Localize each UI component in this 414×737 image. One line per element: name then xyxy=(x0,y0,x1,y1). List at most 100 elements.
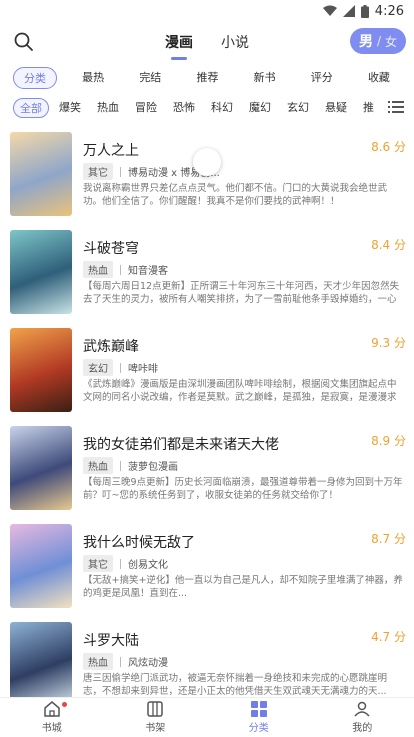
sort-chip-rating[interactable]: 评分 xyxy=(301,67,343,89)
divider xyxy=(120,460,121,471)
genre-tag: 玄幻 xyxy=(83,359,113,376)
item-description: 唐三因偷学绝门派武功，被逼无奈怀揣着一身绝技和未完成的心愿跳崖明志，不想却来到异… xyxy=(83,673,388,697)
item-meta: 热血 菠萝包漫画 xyxy=(83,457,178,474)
sort-chip-completed[interactable]: 完结 xyxy=(129,67,171,89)
nav-bookshelf[interactable]: 书架 xyxy=(104,698,208,737)
sort-chip-favorites[interactable]: 收藏 xyxy=(358,67,400,89)
sort-chip-recommended[interactable]: 推荐 xyxy=(186,67,228,89)
item-meta: 其它 创易文化 xyxy=(83,555,168,572)
divider xyxy=(120,166,121,177)
genre-chip-all[interactable]: 全部 xyxy=(13,98,49,118)
item-title: 我什么时候无敌了 xyxy=(83,535,195,551)
signal-icon xyxy=(342,5,355,17)
genre-chip-scifi[interactable]: 科幻 xyxy=(205,98,239,118)
item-meta: 热血 知音漫客 xyxy=(83,261,168,278)
item-title: 斗破苍穹 xyxy=(83,241,139,257)
divider xyxy=(120,558,121,569)
battery-icon xyxy=(360,4,369,18)
list-menu-icon[interactable] xyxy=(388,99,404,115)
cover-image xyxy=(10,328,72,412)
nav-label: 书架 xyxy=(145,723,166,734)
bookshelf-icon xyxy=(147,701,163,717)
item-description: 我说离称霸世界只差亿点点灵气。他们都不信。门口的大黄说我会绝世武功。他们全信了。… xyxy=(83,183,388,207)
item-author: 创易文化 xyxy=(128,560,168,571)
person-icon xyxy=(354,701,370,717)
gender-toggle[interactable]: 男 / 女 xyxy=(350,28,406,54)
genre-chip-comedy[interactable]: 爆笑 xyxy=(53,98,87,118)
notification-dot xyxy=(62,702,68,707)
nav-profile[interactable]: 我的 xyxy=(311,698,414,737)
item-author: 风炫动漫 xyxy=(128,658,168,669)
gender-separator: / xyxy=(376,34,382,48)
item-description: 《武炼巅峰》漫画版是由深圳漫画团队啤咔啡绘制，根据阅文集团旗起点中文网的同名小说… xyxy=(83,379,397,403)
divider xyxy=(120,264,121,275)
genre-filter-row: 全部 爆笑 热血 冒险 恐怖 科幻 魔幻 玄幻 悬疑 推 xyxy=(0,97,414,119)
item-title: 武炼巅峰 xyxy=(83,339,139,355)
item-author: 知音漫客 xyxy=(128,266,168,277)
genre-chip-magic[interactable]: 魔幻 xyxy=(243,98,277,118)
genre-tag: 热血 xyxy=(83,261,113,278)
status-time: 4:26 xyxy=(374,3,404,19)
status-bar: 4:26 xyxy=(0,0,414,22)
genre-chip-mystery[interactable]: 悬疑 xyxy=(319,98,353,118)
genre-chip-xuanhuan[interactable]: 玄幻 xyxy=(281,98,315,118)
bottom-nav: 书城 书架 分类 我的 xyxy=(0,697,414,737)
item-meta: 热血 风炫动漫 xyxy=(83,653,168,670)
cover-image xyxy=(10,524,72,608)
genre-chip-reasoning[interactable]: 推 xyxy=(357,98,380,118)
home-icon xyxy=(44,701,60,717)
sort-chip-hot[interactable]: 最热 xyxy=(72,67,114,89)
loading-indicator xyxy=(193,148,221,176)
list-item[interactable]: 我什么时候无敌了 8.7 分 其它 创易文化 【无敌+搞笑+逆化】他一直以为自己… xyxy=(0,522,414,620)
item-title: 斗罗大陆 xyxy=(83,633,139,649)
sort-chip-new[interactable]: 新书 xyxy=(244,67,286,89)
header: 漫画 小说 男 / 女 xyxy=(0,24,414,62)
divider xyxy=(120,656,121,667)
cover-image xyxy=(10,132,72,216)
item-title: 万人之上 xyxy=(83,143,139,159)
nav-category[interactable]: 分类 xyxy=(207,698,311,737)
item-score: 8.9 分 xyxy=(371,434,406,448)
genre-tag: 其它 xyxy=(83,163,113,180)
cover-image xyxy=(10,622,72,706)
genre-tag: 热血 xyxy=(83,457,113,474)
nav-bookstore[interactable]: 书城 xyxy=(0,698,104,737)
genre-tag: 热血 xyxy=(83,653,113,670)
divider xyxy=(120,362,121,373)
list-item[interactable]: 万人之上 8.6 分 其它 博易动漫 x 博易创... 我说离称霸世界只差亿点点… xyxy=(0,130,414,228)
item-score: 4.7 分 xyxy=(371,630,406,644)
list-item[interactable]: 武炼巅峰 9.3 分 玄幻 啤咔啡 《武炼巅峰》漫画版是由深圳漫画团队啤咔啡绘制… xyxy=(0,326,414,424)
nav-label: 分类 xyxy=(248,723,269,734)
item-author: 菠萝包漫画 xyxy=(128,462,178,473)
nav-label: 我的 xyxy=(352,723,373,734)
item-title: 我的女徒弟们都是未来诸天大佬 xyxy=(83,437,279,453)
item-score: 8.7 分 xyxy=(371,532,406,546)
item-description: 【每周三晚9点更新】历史长河面临崩溃，最强道尊带着一身修为回到十万年前？叮~您的… xyxy=(83,477,403,501)
genre-chip-action[interactable]: 热血 xyxy=(91,98,125,118)
tab-novels[interactable]: 小说 xyxy=(221,32,249,60)
cover-image xyxy=(10,426,72,510)
sort-filter-row: 分类 最热 完结 推荐 新书 评分 收藏 xyxy=(0,66,414,90)
nav-label: 书城 xyxy=(41,723,62,734)
category-grid-icon xyxy=(250,701,267,717)
item-meta: 玄幻 啤咔啡 xyxy=(83,359,158,376)
sort-chip-category[interactable]: 分类 xyxy=(13,67,57,89)
comic-list: 万人之上 8.6 分 其它 博易动漫 x 博易创... 我说离称霸世界只差亿点点… xyxy=(0,130,414,718)
item-score: 8.4 分 xyxy=(371,238,406,252)
item-description: 【每周六周日12点更新】正所谓三十年河东三十年河西，天才少年因忽然失去了天生的灵… xyxy=(83,281,400,305)
wifi-icon xyxy=(322,5,337,16)
item-author: 啤咔啡 xyxy=(128,364,158,375)
item-description: 【无敌+搞笑+逆化】他一直以为自己是凡人，却不知院子里堆满了神器，养的鸡更是凤凰… xyxy=(83,575,403,599)
tab-comics[interactable]: 漫画 xyxy=(165,32,193,60)
item-score: 9.3 分 xyxy=(371,336,406,350)
item-score: 8.6 分 xyxy=(371,140,406,154)
genre-chip-scroller[interactable]: 全部 爆笑 热血 冒险 恐怖 科幻 魔幻 玄幻 悬疑 推 xyxy=(13,98,385,118)
genre-chip-adventure[interactable]: 冒险 xyxy=(129,98,163,118)
list-item[interactable]: 斗破苍穹 8.4 分 热血 知音漫客 【每周六周日12点更新】正所谓三十年河东三… xyxy=(0,228,414,326)
genre-chip-horror[interactable]: 恐怖 xyxy=(167,98,201,118)
genre-tag: 其它 xyxy=(83,555,113,572)
cover-image xyxy=(10,230,72,314)
gender-male: 男 xyxy=(358,34,373,50)
list-item[interactable]: 我的女徒弟们都是未来诸天大佬 8.9 分 热血 菠萝包漫画 【每周三晚9点更新】… xyxy=(0,424,414,522)
gender-female: 女 xyxy=(385,34,398,49)
